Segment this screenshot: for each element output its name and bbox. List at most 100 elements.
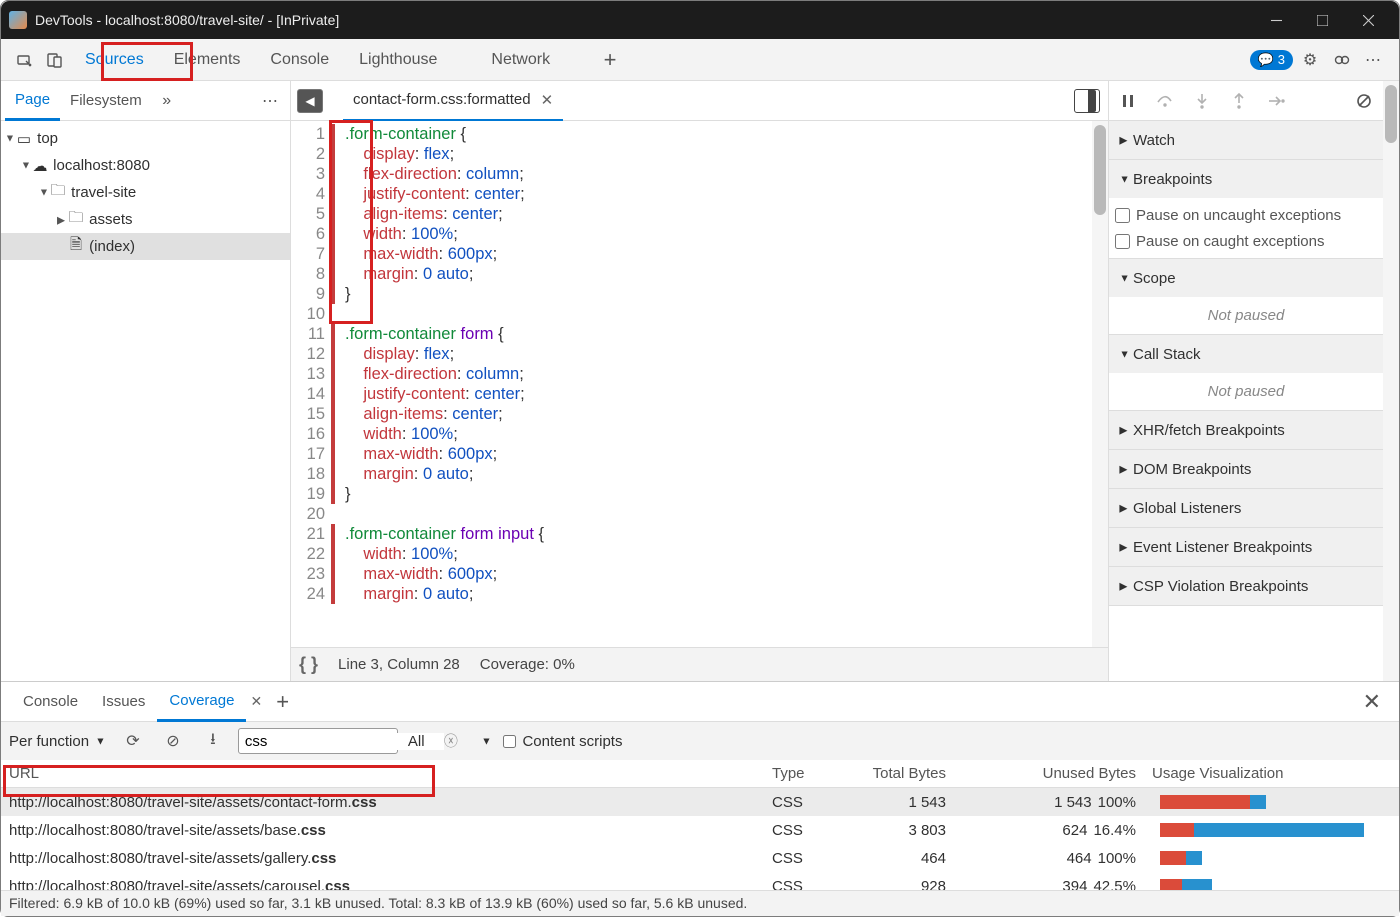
coverage-scope-dropdown[interactable]: Per function▼	[9, 733, 108, 750]
tree-top[interactable]: ▼▭ top	[1, 125, 290, 152]
code-line[interactable]: 5 align-items: center;	[291, 204, 1092, 224]
col-viz[interactable]: Usage Visualization	[1144, 765, 1399, 782]
global-listeners-section[interactable]: ▶Global Listeners	[1109, 489, 1383, 527]
step-over-icon[interactable]	[1150, 86, 1180, 116]
code-line[interactable]: 22 width: 100%;	[291, 544, 1092, 564]
reload-icon[interactable]: ⟳	[118, 726, 148, 756]
code-line[interactable]: 13 flex-direction: column;	[291, 364, 1092, 384]
code-line[interactable]: 7 max-width: 600px;	[291, 244, 1092, 264]
close-coverage-icon[interactable]: ✕	[250, 693, 262, 710]
coverage-type-dropdown[interactable]: All▼	[408, 733, 494, 750]
scope-section[interactable]: ▼Scope	[1109, 259, 1383, 297]
tab-lighthouse[interactable]: Lighthouse	[344, 39, 452, 81]
col-total[interactable]: Total Bytes	[844, 765, 954, 782]
code-line[interactable]: 10	[291, 304, 1092, 324]
step-out-icon[interactable]	[1224, 86, 1254, 116]
code-line[interactable]: 17 max-width: 600px;	[291, 444, 1092, 464]
code-line[interactable]: 21.form-container form input {	[291, 524, 1092, 544]
coverage-filter-input[interactable]: ⓧ	[238, 728, 398, 754]
code-line[interactable]: 4 justify-content: center;	[291, 184, 1092, 204]
navigator-tab-page[interactable]: Page	[5, 81, 60, 121]
file-tab[interactable]: contact-form.css:formatted✕	[343, 81, 563, 121]
code-line[interactable]: 12 display: flex;	[291, 344, 1092, 364]
tab-network[interactable]: Network	[476, 39, 565, 81]
tab-elements[interactable]: Elements	[159, 39, 256, 81]
tree-index[interactable]: 🗎 (index)	[1, 233, 290, 260]
coverage-table-header: URL Type Total Bytes Unused Bytes Usage …	[1, 760, 1399, 788]
xhr-bp-section[interactable]: ▶XHR/fetch Breakpoints	[1109, 411, 1383, 449]
code-editor[interactable]: 1.form-container {2 display: flex;3 flex…	[291, 121, 1108, 647]
coverage-row[interactable]: http://localhost:8080/travel-site/assets…	[1, 872, 1399, 890]
close-drawer-icon[interactable]: ✕	[1363, 689, 1381, 715]
navigator-more-icon[interactable]: ⋯	[256, 86, 286, 116]
tab-console[interactable]: Console	[255, 39, 344, 81]
drawer-tab-coverage[interactable]: Coverage	[157, 682, 246, 722]
code-line[interactable]: 11.form-container form {	[291, 324, 1092, 344]
col-unused[interactable]: Unused Bytes	[954, 765, 1144, 782]
minimize-button[interactable]	[1253, 1, 1299, 39]
pause-caught-checkbox[interactable]: Pause on caught exceptions	[1115, 228, 1377, 254]
navigator-tabs: Page Filesystem » ⋯	[1, 81, 290, 121]
content-scripts-checkbox[interactable]: Content scripts	[503, 733, 622, 750]
code-line[interactable]: 23 max-width: 600px;	[291, 564, 1092, 584]
pretty-print-icon[interactable]: { }	[299, 654, 318, 675]
window-title: DevTools - localhost:8080/travel-site/ -…	[35, 12, 1253, 28]
nav-back-icon[interactable]: ◀	[297, 89, 323, 113]
feedback-icon[interactable]	[1327, 45, 1357, 75]
tree-folder[interactable]: ▼🗀 travel-site	[1, 179, 290, 206]
close-button[interactable]	[1345, 1, 1391, 39]
code-line[interactable]: 3 flex-direction: column;	[291, 164, 1092, 184]
issues-badge[interactable]: 💬 3	[1250, 50, 1293, 70]
coverage-row[interactable]: http://localhost:8080/travel-site/assets…	[1, 788, 1399, 816]
device-icon[interactable]	[40, 45, 70, 75]
debugger-scrollbar[interactable]	[1383, 81, 1399, 681]
coverage-row[interactable]: http://localhost:8080/travel-site/assets…	[1, 816, 1399, 844]
drawer-tab-console[interactable]: Console	[11, 682, 90, 722]
inspect-icon[interactable]	[10, 45, 40, 75]
csp-bp-section[interactable]: ▶CSP Violation Breakpoints	[1109, 567, 1383, 605]
event-bp-section[interactable]: ▶Event Listener Breakpoints	[1109, 528, 1383, 566]
dom-bp-section[interactable]: ▶DOM Breakpoints	[1109, 450, 1383, 488]
code-line[interactable]: 18 margin: 0 auto;	[291, 464, 1092, 484]
code-line[interactable]: 16 width: 100%;	[291, 424, 1092, 444]
code-line[interactable]: 1.form-container {	[291, 124, 1092, 144]
deactivate-bp-icon[interactable]	[1349, 86, 1379, 116]
maximize-button[interactable]	[1299, 1, 1345, 39]
tab-sources[interactable]: Sources	[70, 39, 159, 81]
drawer-tab-issues[interactable]: Issues	[90, 682, 157, 722]
more-icon[interactable]: ⋯	[1359, 45, 1389, 75]
coverage-status: Filtered: 6.9 kB of 10.0 kB (69%) used s…	[1, 890, 1399, 916]
close-file-icon[interactable]: ✕	[541, 91, 554, 109]
code-scrollbar[interactable]	[1092, 121, 1108, 647]
export-icon[interactable]: ⭳	[198, 726, 228, 756]
drawer-add-tab-button[interactable]: +	[276, 689, 289, 715]
coverage-row[interactable]: http://localhost:8080/travel-site/assets…	[1, 844, 1399, 872]
code-line[interactable]: 2 display: flex;	[291, 144, 1092, 164]
tree-host[interactable]: ▼☁ localhost:8080	[1, 152, 290, 179]
navigator-tab-filesystem[interactable]: Filesystem	[60, 81, 152, 121]
step-into-icon[interactable]	[1187, 86, 1217, 116]
code-line[interactable]: 8 margin: 0 auto;	[291, 264, 1092, 284]
pause-icon[interactable]	[1113, 86, 1143, 116]
settings-icon[interactable]: ⚙	[1295, 45, 1325, 75]
add-tab-button[interactable]: +	[595, 45, 625, 75]
code-line[interactable]: 20	[291, 504, 1092, 524]
col-url[interactable]: URL	[1, 765, 764, 782]
navigator-overflow-icon[interactable]: »	[152, 86, 182, 116]
pause-uncaught-checkbox[interactable]: Pause on uncaught exceptions	[1115, 202, 1377, 228]
step-icon[interactable]	[1261, 86, 1291, 116]
tree-assets[interactable]: ▶🗀 assets	[1, 206, 290, 233]
callstack-section[interactable]: ▼Call Stack	[1109, 335, 1383, 373]
code-line[interactable]: 6 width: 100%;	[291, 224, 1092, 244]
breakpoints-section[interactable]: ▼Breakpoints	[1109, 160, 1383, 198]
code-line[interactable]: 19}	[291, 484, 1092, 504]
show-drawer-icon[interactable]	[1074, 89, 1100, 113]
code-line[interactable]: 9}	[291, 284, 1092, 304]
devtools-logo-icon	[9, 11, 27, 29]
col-type[interactable]: Type	[764, 765, 844, 782]
clear-icon[interactable]: ⊘	[158, 726, 188, 756]
code-line[interactable]: 24 margin: 0 auto;	[291, 584, 1092, 604]
code-line[interactable]: 14 justify-content: center;	[291, 384, 1092, 404]
code-line[interactable]: 15 align-items: center;	[291, 404, 1092, 424]
watch-section[interactable]: ▶Watch	[1109, 121, 1383, 159]
